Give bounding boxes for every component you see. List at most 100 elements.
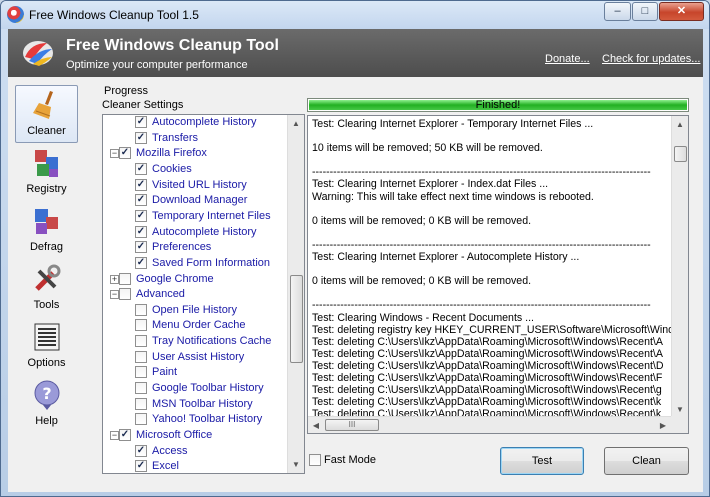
progress-label: Progress: [104, 85, 149, 97]
window-title: Free Windows Cleanup Tool 1.5: [29, 8, 199, 22]
maximize-button[interactable]: □: [632, 2, 658, 21]
log-line: Test: Clearing Windows - Recent Document…: [312, 311, 534, 324]
log-line: ----------------------------------------…: [312, 238, 651, 251]
tree-item-checkbox[interactable]: [135, 303, 147, 316]
title-bar[interactable]: Free Windows Cleanup Tool 1.5 – □ ✕: [1, 1, 709, 29]
log-vertical-scrollbar[interactable]: ▲ ▼: [671, 116, 688, 418]
tree-item-checkbox[interactable]: ✓: [135, 131, 147, 144]
tree-item-checkbox[interactable]: ✓: [135, 225, 147, 238]
tree-item-checkbox[interactable]: ✓: [119, 429, 131, 441]
tree-item-checkbox[interactable]: ✓: [135, 116, 147, 128]
sidebar-item-tools[interactable]: Tools: [15, 259, 78, 317]
registry-cubes-icon: [34, 150, 58, 177]
sidebar-item-help[interactable]: ? Help: [15, 375, 78, 433]
broom-icon: [32, 91, 53, 119]
tree-item-label: Open File History: [152, 303, 237, 316]
tree-item-label: Paint: [152, 366, 178, 379]
sidebar-item-registry[interactable]: Registry: [15, 143, 78, 201]
expand-icon[interactable]: +: [110, 274, 119, 284]
tree-item-label: Access: [152, 444, 188, 457]
log-line: Warning: This will take effect next time…: [312, 190, 594, 203]
tree-item-label: Google Chrome: [136, 272, 214, 285]
log-hscroll-thumb[interactable]: III: [325, 419, 379, 431]
tree-item-checkbox[interactable]: ✓: [135, 162, 147, 175]
minimize-button[interactable]: –: [604, 2, 631, 21]
tree-item-label: Excel: [152, 460, 179, 473]
tree-item-label: Temporary Internet Files: [152, 209, 271, 222]
help-icon: ?: [34, 380, 59, 410]
tree-item-label: Menu Order Cache: [152, 319, 246, 332]
log-line: Test: Clearing Internet Explorer - Tempo…: [312, 118, 594, 130]
log-line: 0 items will be removed; 0 KB will be re…: [312, 214, 532, 227]
sidebar-item-label: Options: [27, 357, 66, 369]
header-banner: Free Windows Cleanup Tool Optimize your …: [8, 29, 703, 77]
tree-item-checkbox[interactable]: [135, 335, 147, 348]
log-line: 10 items will be removed; 50 KB will be …: [312, 142, 543, 155]
tree-item-checkbox[interactable]: ✓: [119, 147, 131, 160]
tree-item-checkbox[interactable]: [135, 397, 147, 410]
log-line: Test: deleting C:\Users\Ikz\AppData\Roam…: [312, 359, 664, 372]
close-button[interactable]: ✕: [659, 2, 704, 21]
sidebar-item-cleaner[interactable]: Cleaner: [15, 85, 78, 143]
app-subtitle: Optimize your computer performance: [66, 59, 248, 71]
tree-item-checkbox[interactable]: [135, 413, 147, 426]
tree-item-checkbox[interactable]: [135, 319, 147, 332]
tree-item-checkbox[interactable]: ✓: [135, 194, 147, 207]
scroll-down-arrow-icon[interactable]: ▼: [288, 456, 304, 473]
scroll-up-arrow-icon[interactable]: ▲: [288, 115, 304, 132]
tree-item-checkbox[interactable]: [135, 350, 147, 363]
collapse-icon[interactable]: −: [110, 149, 119, 159]
main-panel: Cleaner Registry Defrag Tools Options ? …: [8, 77, 703, 492]
tools-icon: [34, 264, 60, 291]
scroll-left-arrow-icon[interactable]: ◀: [308, 417, 324, 433]
tree-item-label: User Assist History: [152, 350, 245, 363]
fast-mode-checkbox[interactable]: [309, 454, 321, 467]
clean-button[interactable]: Clean: [604, 447, 689, 475]
tree-item-checkbox[interactable]: [119, 272, 131, 285]
tree-item-label: Download Manager: [152, 194, 248, 207]
log-text: Test: Clearing Internet Explorer - Tempo…: [312, 118, 672, 420]
log-line: Test: Clearing Internet Explorer - Autoc…: [312, 251, 580, 264]
collapse-icon[interactable]: −: [110, 290, 119, 300]
tree-item-checkbox[interactable]: ✓: [135, 460, 147, 473]
tree-scroll-thumb[interactable]: [290, 275, 303, 363]
log-scroll-thumb[interactable]: [674, 146, 687, 162]
tree-item-checkbox[interactable]: [135, 382, 147, 395]
progress-status: Finished!: [475, 99, 521, 111]
tree-item-checkbox[interactable]: ✓: [135, 241, 147, 254]
test-button[interactable]: Test: [500, 447, 584, 475]
log-horizontal-scrollbar[interactable]: ◀ III ▶: [308, 416, 672, 433]
tree-item-label: Mozilla Firefox: [136, 147, 207, 160]
tree-item-checkbox[interactable]: ✓: [135, 444, 147, 457]
check-updates-link[interactable]: Check for updates...: [602, 53, 700, 65]
cleaner-settings-tree[interactable]: ✓ Autocomplete History ✓ Transfers − ✓ Mozilla…: [102, 114, 305, 474]
tree-vertical-scrollbar[interactable]: ▲ ▼: [287, 115, 304, 473]
tree-item-label: Cookies: [152, 162, 192, 175]
log-line: Test: Clearing Internet Explorer - Index…: [312, 178, 549, 191]
cleaner-settings-label: Cleaner Settings: [102, 99, 184, 111]
tree-item-checkbox[interactable]: ✓: [135, 178, 147, 191]
results-log[interactable]: Test: Clearing Internet Explorer - Tempo…: [307, 115, 689, 434]
collapse-icon[interactable]: −: [110, 431, 119, 440]
log-line: Test: deleting C:\Users\Ikz\AppData\Roam…: [312, 335, 663, 348]
tree-item-label: Saved Form Information: [152, 256, 270, 269]
tree-item-checkbox[interactable]: [119, 288, 131, 301]
scroll-right-arrow-icon[interactable]: ▶: [655, 417, 671, 433]
scroll-up-arrow-icon[interactable]: ▲: [672, 116, 688, 133]
tree-item-label: Autocomplete History: [152, 116, 257, 128]
tree-item-label: Google Toolbar History: [152, 382, 264, 395]
tree-item-checkbox[interactable]: ✓: [135, 209, 147, 222]
log-line: Test: deleting C:\Users\Ikz\AppData\Roam…: [312, 396, 662, 409]
options-list-icon: [34, 323, 59, 351]
fast-mode-option[interactable]: Fast Mode: [309, 454, 376, 467]
tree-item-checkbox[interactable]: [135, 366, 147, 379]
sidebar-item-options[interactable]: Options: [15, 317, 78, 375]
tree-item-checkbox[interactable]: ✓: [135, 256, 147, 269]
sidebar-item-defrag[interactable]: Defrag: [15, 201, 78, 259]
donate-link[interactable]: Donate...: [545, 53, 590, 65]
sidebar-item-label: Registry: [26, 183, 67, 195]
